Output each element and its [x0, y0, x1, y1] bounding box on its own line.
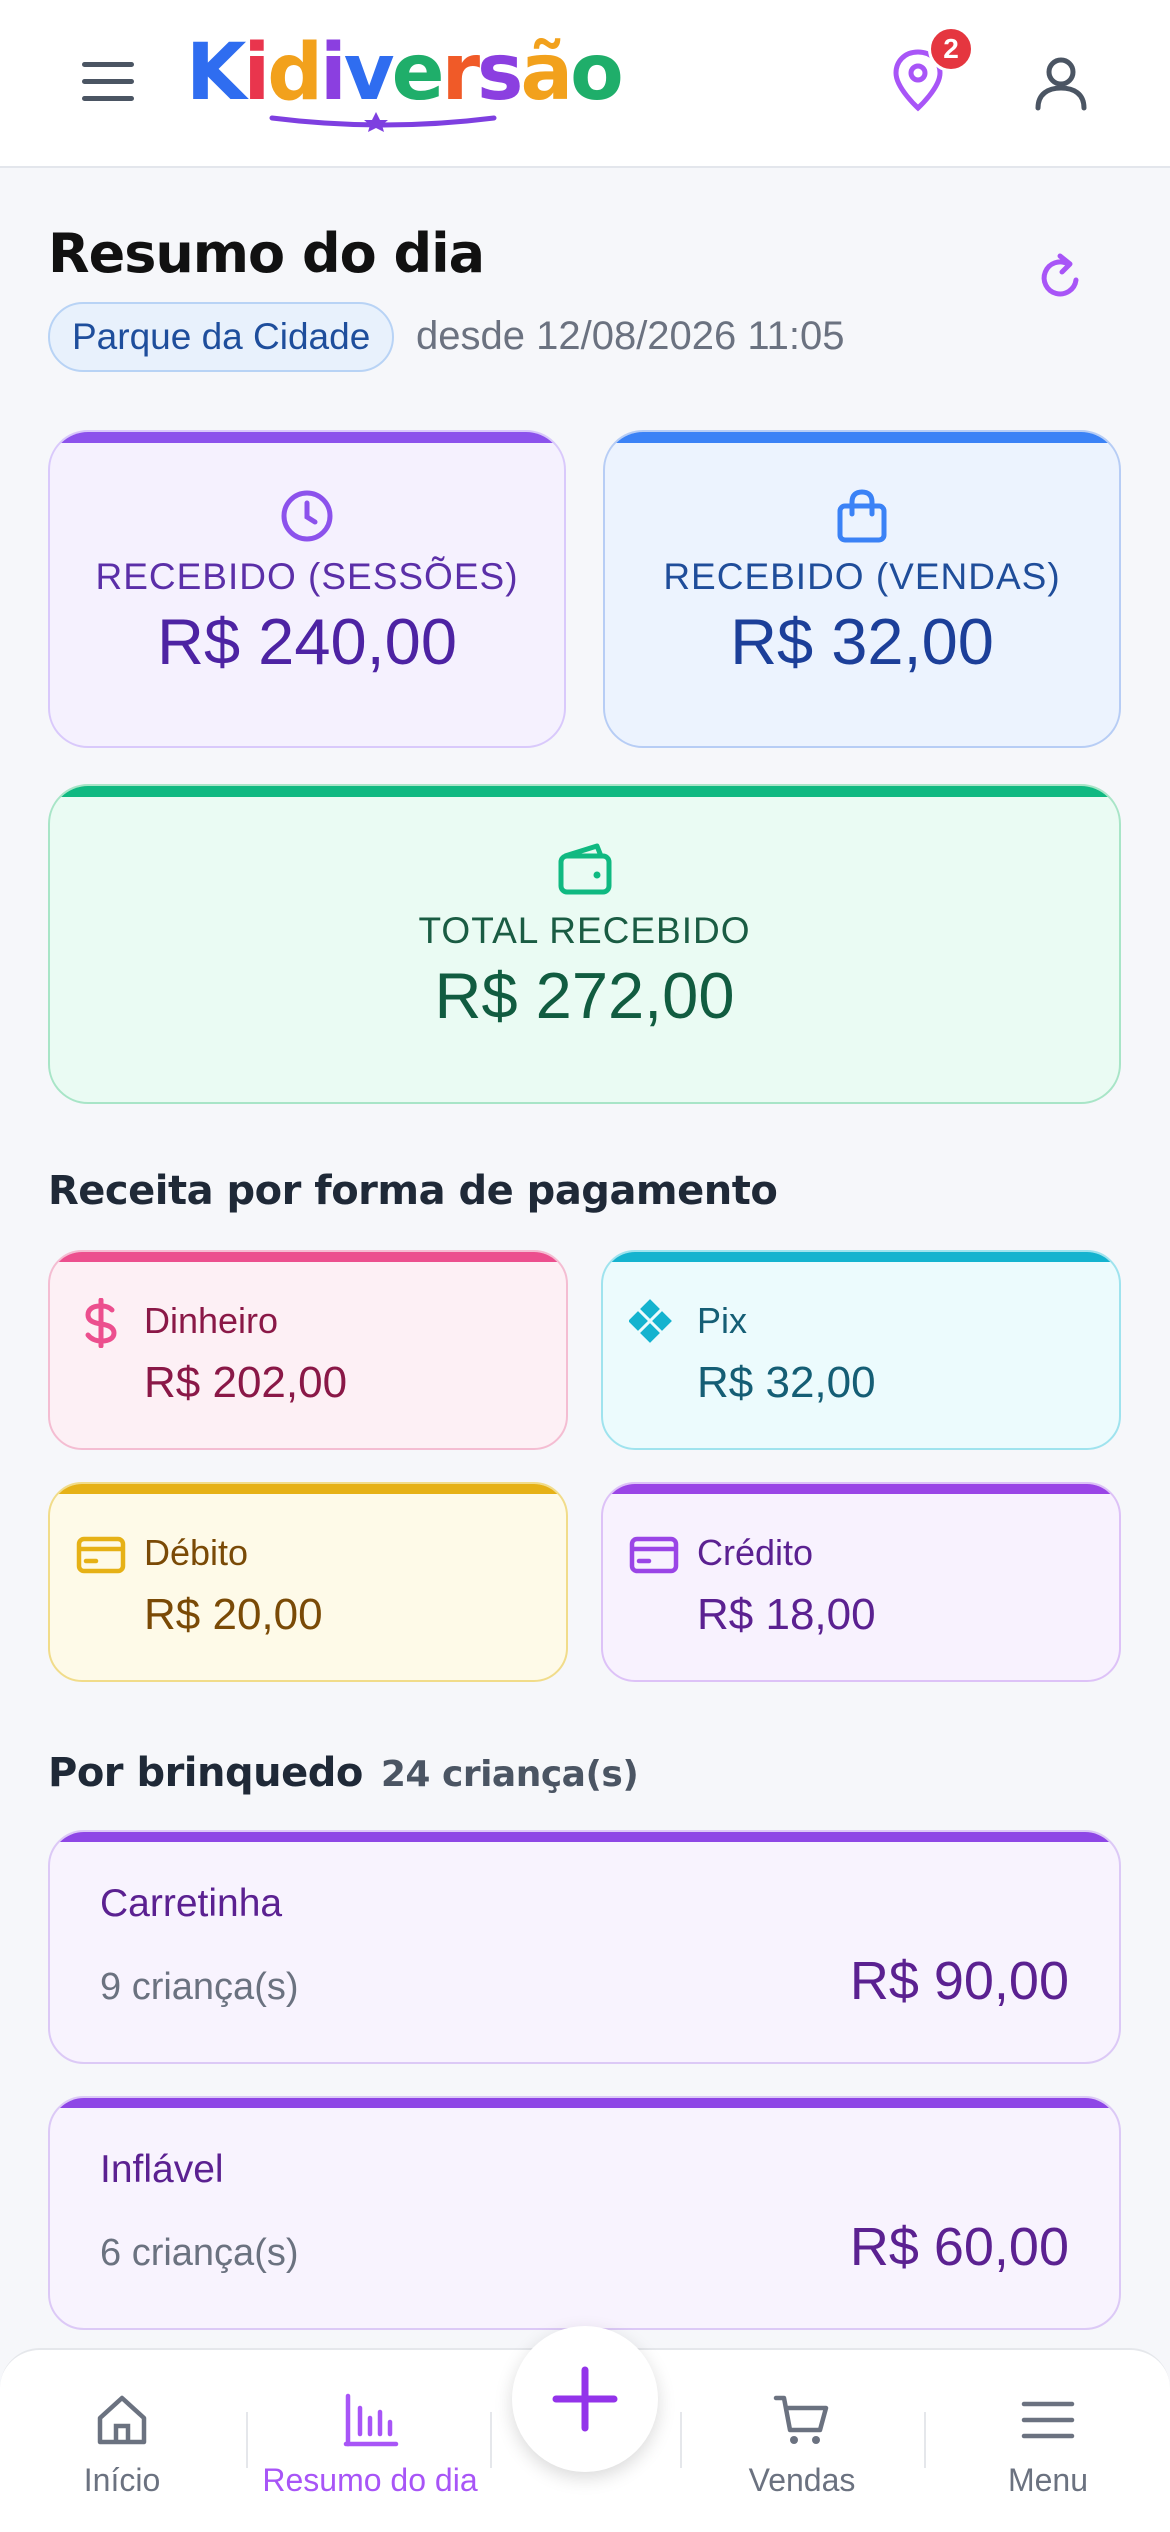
payment-value: R$ 20,00	[144, 1590, 323, 1639]
received-sales-card: RECEBIDO (VENDAS) R$ 32,00	[603, 430, 1121, 748]
payment-label: Dinheiro	[144, 1300, 279, 1341]
nav-label: Resumo do dia	[262, 2462, 478, 2498]
dollar-icon	[85, 1298, 117, 1348]
location-chip[interactable]: Parque da Cidade	[48, 302, 395, 372]
payments-section-title: Receita por forma de pagamento	[48, 1168, 778, 1214]
nav-label: Início	[83, 2462, 161, 2498]
payment-label: Crédito	[697, 1532, 814, 1573]
payment-value: R$ 202,00	[144, 1358, 348, 1407]
payment-card-cash: Dinheiro R$ 202,00	[48, 1250, 568, 1450]
shopping-bag-icon	[837, 489, 887, 543]
toys-count: 24 criança(s)	[380, 1754, 639, 1795]
payment-label: Pix	[697, 1300, 748, 1341]
refresh-icon[interactable]	[1036, 250, 1086, 306]
toy-card[interactable]: Carretinha 9 criança(s) R$ 90,00	[48, 1830, 1121, 2064]
toy-name: Inflável	[100, 2148, 224, 2191]
toy-card[interactable]: Inflável 6 criança(s) R$ 60,00	[48, 2096, 1121, 2330]
user-profile-icon[interactable]	[1030, 52, 1092, 114]
card-label: RECEBIDO (VENDAS)	[663, 556, 1061, 597]
card-value: R$ 240,00	[157, 605, 457, 678]
toys-title: Por brinquedo	[48, 1750, 363, 1796]
nav-menu[interactable]: Menu	[968, 2350, 1128, 2532]
payment-card-credit: Crédito R$ 18,00	[601, 1482, 1121, 1682]
total-received-card: TOTAL RECEBIDO R$ 272,00	[48, 784, 1121, 1104]
top-app-bar: Kidiversão 2	[0, 0, 1170, 168]
menu-icon	[1021, 2401, 1075, 2439]
page-title: Resumo do dia	[48, 222, 485, 285]
payment-value: R$ 18,00	[697, 1590, 876, 1639]
bar-chart-icon	[343, 2393, 399, 2447]
payment-label: Débito	[144, 1532, 249, 1573]
card-label: TOTAL RECEBIDO	[418, 910, 751, 951]
toy-children-count: 9 criança(s)	[100, 1966, 299, 2008]
logo-star-swoosh	[269, 112, 497, 132]
payment-card-debit: Débito R$ 20,00	[48, 1482, 568, 1682]
nav-sales[interactable]: Vendas	[722, 2350, 882, 2532]
card-icon	[629, 1536, 679, 1574]
card-label: RECEBIDO (SESSÕES)	[95, 556, 519, 597]
toy-value: R$ 90,00	[849, 1951, 1069, 2011]
nav-summary[interactable]: Resumo do dia	[250, 2350, 490, 2532]
payment-value: R$ 32,00	[697, 1358, 876, 1407]
toy-value: R$ 60,00	[849, 2217, 1069, 2277]
received-sessions-card: RECEBIDO (SESSÕES) R$ 240,00	[48, 430, 566, 748]
nav-home[interactable]: Início	[42, 2350, 202, 2532]
plus-icon	[552, 2366, 618, 2432]
nav-label: Menu	[1007, 2462, 1089, 2498]
home-icon	[97, 2395, 147, 2445]
nav-label: Vendas	[748, 2462, 856, 2498]
card-icon	[76, 1536, 126, 1574]
payment-card-pix: Pix R$ 32,00	[601, 1250, 1121, 1450]
hamburger-menu-icon[interactable]	[82, 62, 134, 102]
since-timestamp: desde 12/08/2026 11:05	[416, 314, 845, 358]
card-value: R$ 32,00	[730, 605, 994, 678]
toy-children-count: 6 criança(s)	[100, 2232, 299, 2274]
add-button[interactable]	[512, 2326, 658, 2472]
pix-icon	[629, 1299, 672, 1343]
toy-name: Carretinha	[100, 1882, 283, 1925]
card-value: R$ 272,00	[434, 959, 735, 1032]
notification-badge: 2	[928, 26, 974, 72]
shopping-cart-icon	[773, 2395, 829, 2444]
clock-icon	[281, 490, 333, 542]
wallet-icon	[558, 843, 611, 895]
toys-section-title: Por brinquedo 24 criança(s)	[48, 1750, 639, 1796]
